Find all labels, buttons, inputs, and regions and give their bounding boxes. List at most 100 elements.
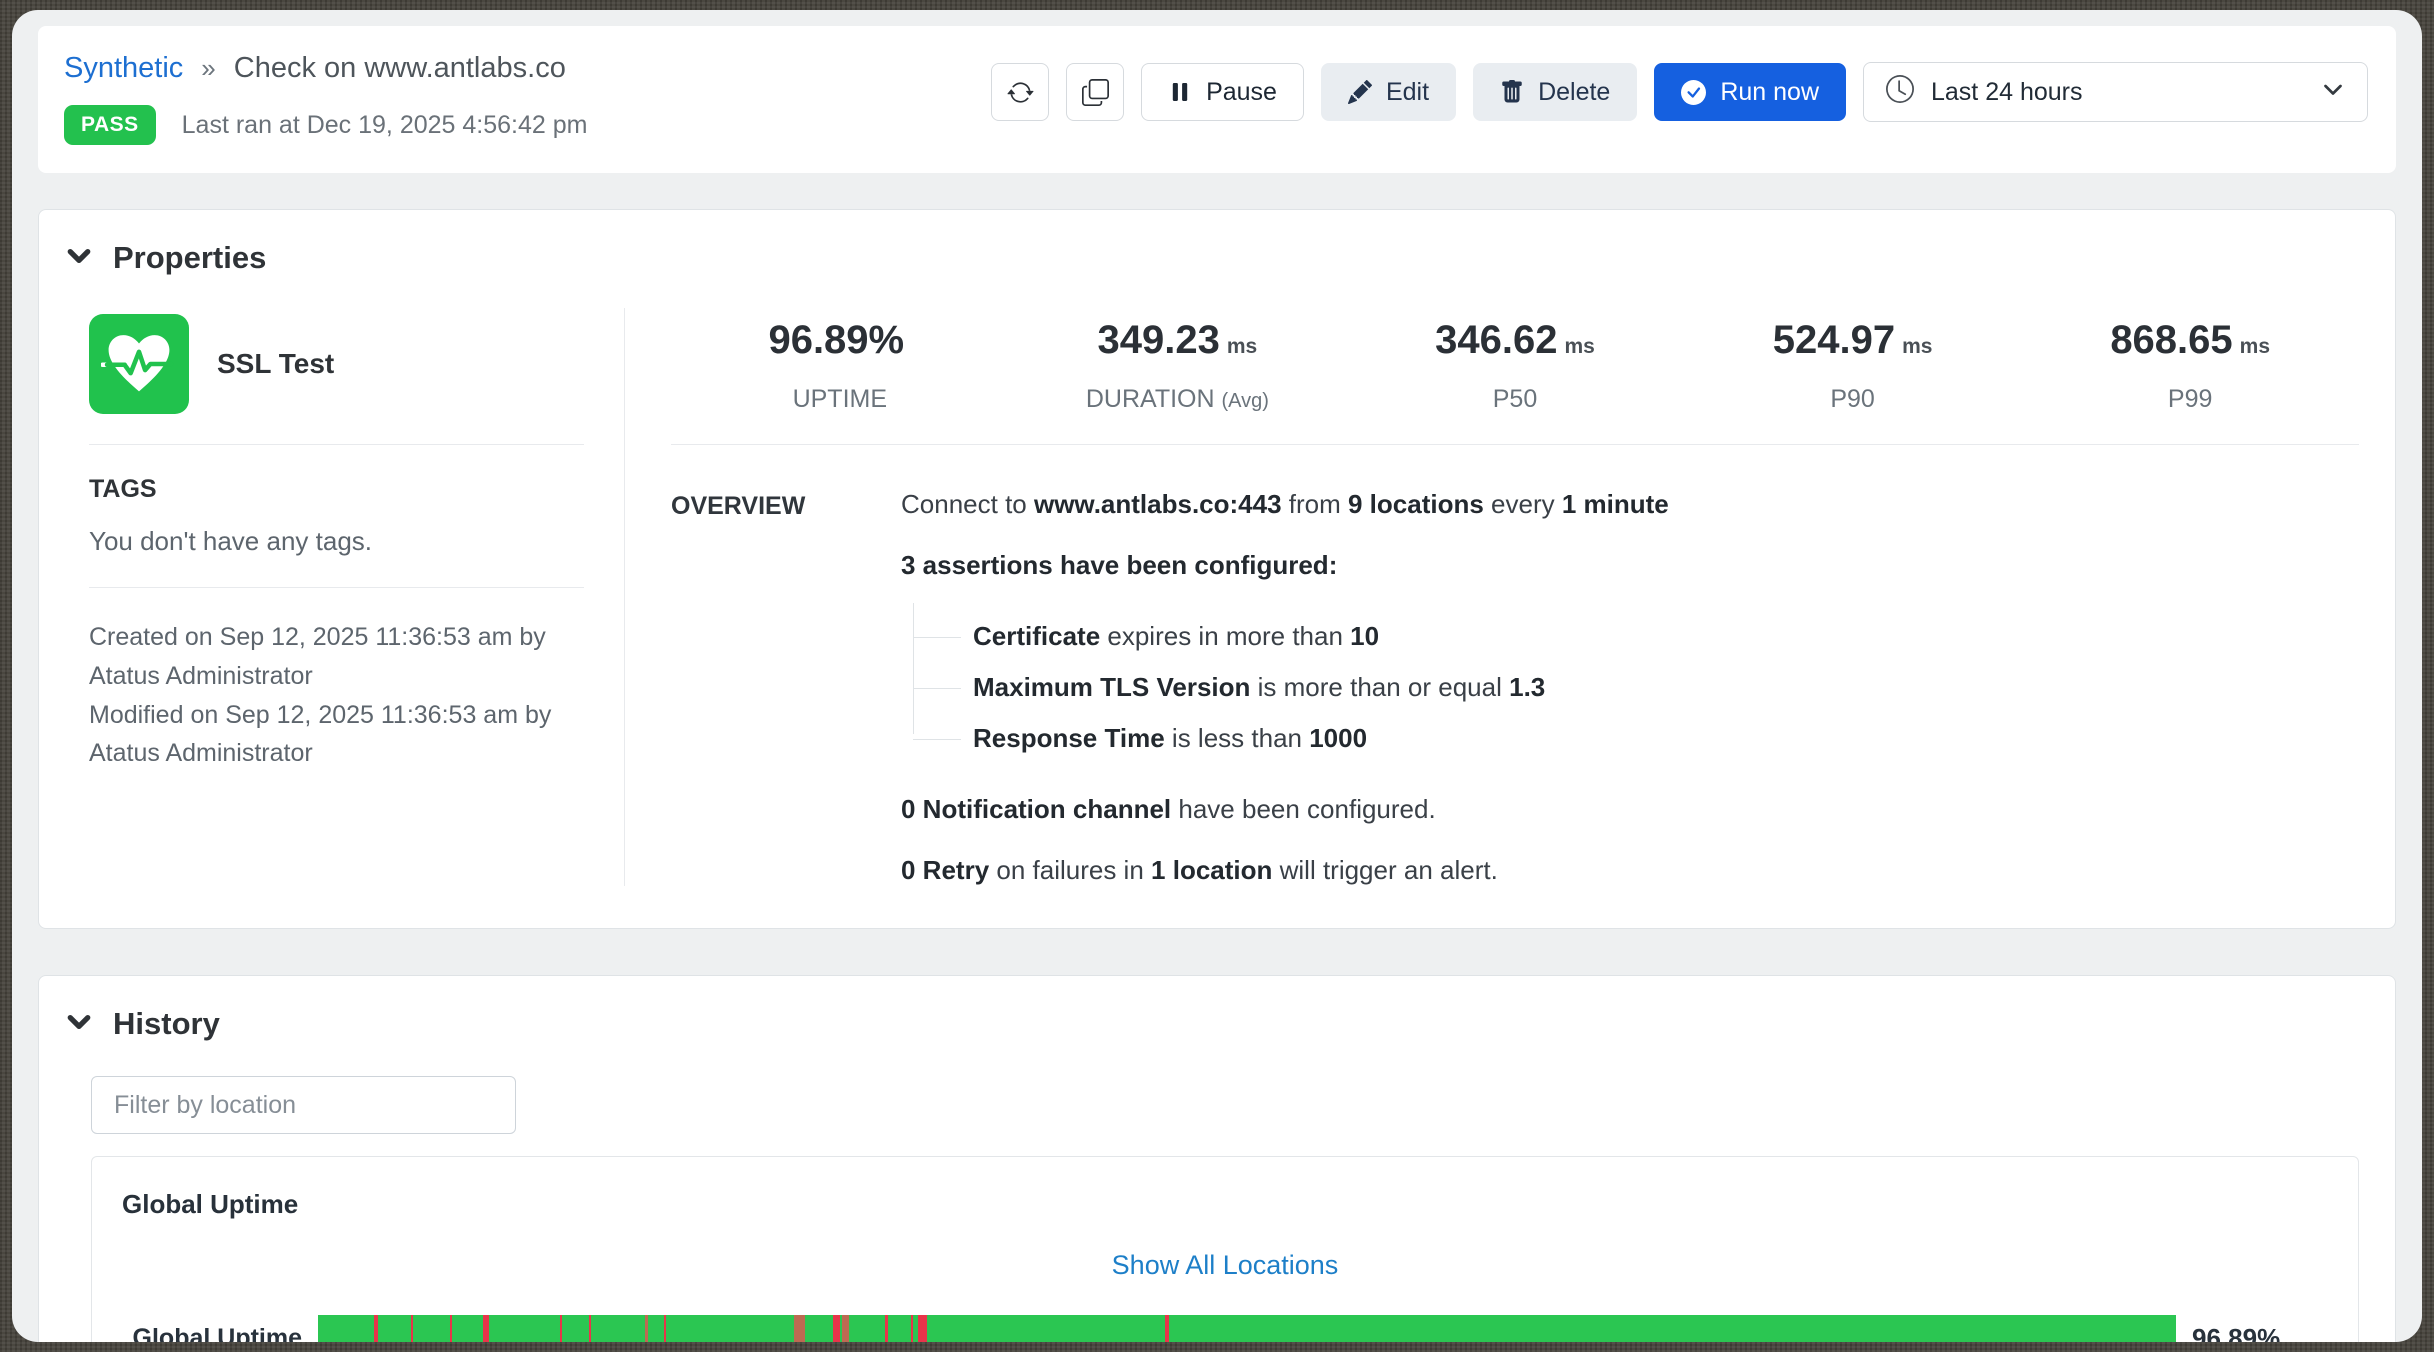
assertions-heading: 3 assertions have been configured: [901, 550, 2359, 581]
stats-row: 96.89% UPTIME 349.23 ms DURATION (Avg) 34… [671, 318, 2359, 414]
properties-left-column: SSL Test TAGS You don't have any tags. C… [65, 308, 625, 886]
properties-header[interactable]: Properties [65, 240, 2359, 276]
stat-label: P90 [1684, 385, 2022, 414]
breadcrumb-link-synthetic[interactable]: Synthetic [64, 52, 183, 85]
outage-segment [833, 1315, 840, 1342]
outage-segment [664, 1315, 666, 1342]
outage-segment [483, 1315, 489, 1342]
stat-value: 96.89% [768, 318, 904, 362]
pause-icon [1168, 80, 1192, 104]
refresh-button[interactable] [991, 63, 1049, 121]
divider [89, 587, 584, 588]
panel-title: Global Uptime [92, 1189, 2358, 1220]
collapse-icon [65, 242, 93, 275]
stat-value: 346.62 [1435, 318, 1557, 362]
run-now-label: Run now [1720, 78, 1819, 107]
pause-label: Pause [1206, 78, 1277, 107]
trash-icon [1500, 80, 1524, 104]
time-range-value: Last 24 hours [1931, 78, 2083, 107]
modified-text: Modified on Sep 12, 2025 11:36:53 am by … [89, 696, 584, 774]
page-title: Check on www.antlabs.co [234, 52, 566, 85]
stat-label: DURATION (Avg) [1009, 385, 1347, 414]
collapse-icon [65, 1008, 93, 1041]
overview-connect-line: Connect to www.antlabs.co:443 from 9 loc… [901, 489, 2359, 520]
properties-body: SSL Test TAGS You don't have any tags. C… [65, 308, 2359, 886]
check-type: SSL Test [89, 314, 584, 414]
stat-p90: 524.97 ms P90 [1684, 318, 2022, 414]
delete-label: Delete [1538, 78, 1610, 107]
delete-button[interactable]: Delete [1473, 63, 1637, 121]
run-now-button[interactable]: Run now [1654, 63, 1846, 121]
uptime-chart-row: Global Uptime 96.89% [92, 1315, 2358, 1342]
outage-segment [450, 1315, 452, 1342]
stat-value: 524.97 [1773, 318, 1895, 362]
stat-unit: ms [1564, 335, 1594, 358]
status-line: PASS Last ran at Dec 19, 2025 4:56:42 pm [64, 105, 587, 145]
outage-segment [842, 1315, 849, 1342]
check-circle-icon [1681, 80, 1706, 105]
outage-segment [918, 1315, 927, 1342]
pause-button[interactable]: Pause [1141, 63, 1304, 121]
uptime-bar [318, 1315, 2176, 1342]
stat-value: 868.65 [2110, 318, 2232, 362]
status-badge: PASS [64, 105, 156, 145]
stat-p50: 346.62 ms P50 [1346, 318, 1684, 414]
stat-p99: 868.65ms P99 [2021, 318, 2359, 414]
outage-segment [911, 1315, 913, 1342]
stat-uptime: 96.89% UPTIME [671, 318, 1009, 414]
time-range-select[interactable]: Last 24 hours [1863, 62, 2368, 122]
properties-right-column: 96.89% UPTIME 349.23 ms DURATION (Avg) 34… [625, 308, 2359, 886]
toolbar: Pause Edit Delete Run now [991, 62, 2368, 122]
history-section: History Global Uptime Show All Locations… [38, 975, 2396, 1342]
assertion-item: Maximum TLS Version is more than or equa… [913, 662, 2359, 713]
location-filter-input[interactable] [91, 1076, 516, 1134]
properties-section: Properties SSL Test TAGS [38, 209, 2396, 929]
history-title: History [113, 1006, 220, 1042]
show-all-locations-link[interactable]: Show All Locations [92, 1250, 2358, 1281]
outage-segment [374, 1315, 378, 1342]
assertion-item: Certificate expires in more than 10 [913, 611, 2359, 662]
stat-label: UPTIME [671, 385, 1009, 414]
app-page: Synthetic » Check on www.antlabs.co PASS… [12, 10, 2422, 1342]
chevron-down-icon [2321, 77, 2345, 108]
overview-label: OVERVIEW [671, 489, 901, 886]
stats-divider [671, 444, 2359, 445]
check-type-label: SSL Test [217, 348, 334, 380]
copy-icon [1082, 79, 1109, 106]
tags-title: TAGS [89, 475, 584, 504]
last-ran-text: Last ran at Dec 19, 2025 4:56:42 pm [182, 111, 588, 140]
breadcrumb-separator: » [201, 53, 215, 84]
outage-segment [645, 1315, 648, 1342]
retry-line: 0 Retry on failures in 1 location will t… [901, 855, 2359, 886]
overview-body: Connect to www.antlabs.co:443 from 9 loc… [901, 489, 2359, 886]
assertions-list: Certificate expires in more than 10 Maxi… [913, 611, 2359, 764]
outage-segment [794, 1315, 805, 1342]
outage-segment [560, 1315, 562, 1342]
stat-unit: ms [1902, 335, 1932, 358]
stat-unit: ms [1227, 335, 1257, 358]
breadcrumb: Synthetic » Check on www.antlabs.co [64, 52, 587, 85]
heart-pulse-icon [89, 314, 189, 414]
stat-duration: 349.23 ms DURATION (Avg) [1009, 318, 1347, 414]
properties-title: Properties [113, 240, 266, 276]
outage-segment [589, 1315, 591, 1342]
stat-label: P50 [1346, 385, 1684, 414]
overview-row: OVERVIEW Connect to www.antlabs.co:443 f… [671, 489, 2359, 886]
stat-value: 349.23 [1098, 318, 1220, 362]
copy-button[interactable] [1066, 63, 1124, 121]
global-uptime-panel: Global Uptime Show All Locations Global … [91, 1156, 2359, 1342]
pencil-icon [1348, 80, 1372, 104]
refresh-icon [1007, 79, 1034, 106]
outage-segment [411, 1315, 413, 1342]
uptime-row-label: Global Uptime [122, 1324, 318, 1343]
assertion-item: Response Time is less than 1000 [913, 713, 2359, 764]
header-left: Synthetic » Check on www.antlabs.co PASS… [64, 52, 587, 145]
history-header[interactable]: History [65, 1006, 2359, 1042]
created-text: Created on Sep 12, 2025 11:36:53 am by A… [89, 618, 584, 696]
tags-empty-text: You don't have any tags. [89, 526, 584, 557]
edit-label: Edit [1386, 78, 1429, 107]
notification-line: 0 Notification channel have been configu… [901, 794, 2359, 825]
clock-icon [1886, 75, 1914, 110]
edit-button[interactable]: Edit [1321, 63, 1456, 121]
stat-unit: ms [2240, 335, 2270, 358]
